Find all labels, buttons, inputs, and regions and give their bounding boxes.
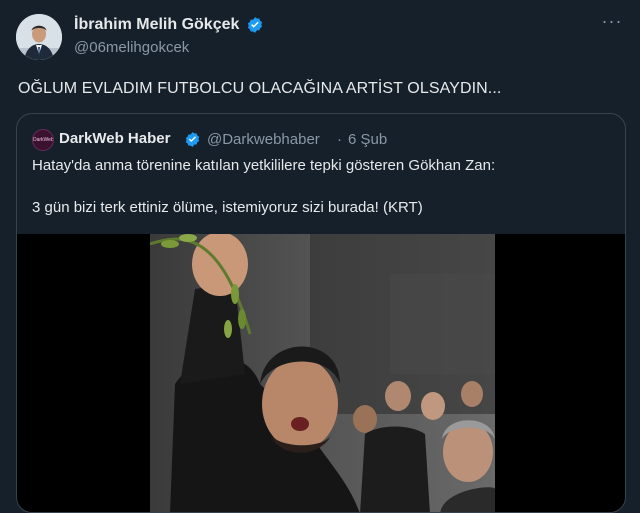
quoted-verified-badge-icon <box>185 132 200 147</box>
quoted-text-line1: Hatay'da anma törenine katılan yetkilile… <box>32 157 496 174</box>
author-name[interactable]: İbrahim Melih Gökçek <box>74 16 239 34</box>
quoted-author-handle[interactable]: @Darkwebhaber <box>207 131 320 148</box>
author-avatar-image <box>16 14 62 60</box>
more-options-icon[interactable]: ··· <box>598 12 626 34</box>
author-handle[interactable]: @06melihgokcek <box>74 39 189 56</box>
tweet-text: OĞLUM EVLADIM FUTBOLCU OLACAĞINA ARTİST … <box>18 80 502 97</box>
quoted-tweet[interactable]: DarkWeb DarkWeb Haber @Darkwebhaber · 6 … <box>16 113 626 513</box>
quoted-avatar-logo-text: DarkWeb <box>33 137 54 143</box>
quoted-date[interactable]: 6 Şub <box>348 131 387 148</box>
verified-badge-icon <box>247 17 263 33</box>
quoted-author-name[interactable]: DarkWeb Haber <box>59 130 170 147</box>
quoted-video[interactable] <box>17 234 625 512</box>
quoted-avatar[interactable]: DarkWeb <box>32 129 54 151</box>
quoted-text-line2: 3 gün bizi terk ettiniz ölüme, istemiyor… <box>32 199 423 216</box>
tweet-card[interactable]: ··· İbrahim Melih Gökçek @06melihgokcek … <box>0 0 640 513</box>
video-frame-image <box>150 234 495 512</box>
quoted-separator: · <box>337 131 342 148</box>
author-avatar[interactable] <box>16 14 62 60</box>
